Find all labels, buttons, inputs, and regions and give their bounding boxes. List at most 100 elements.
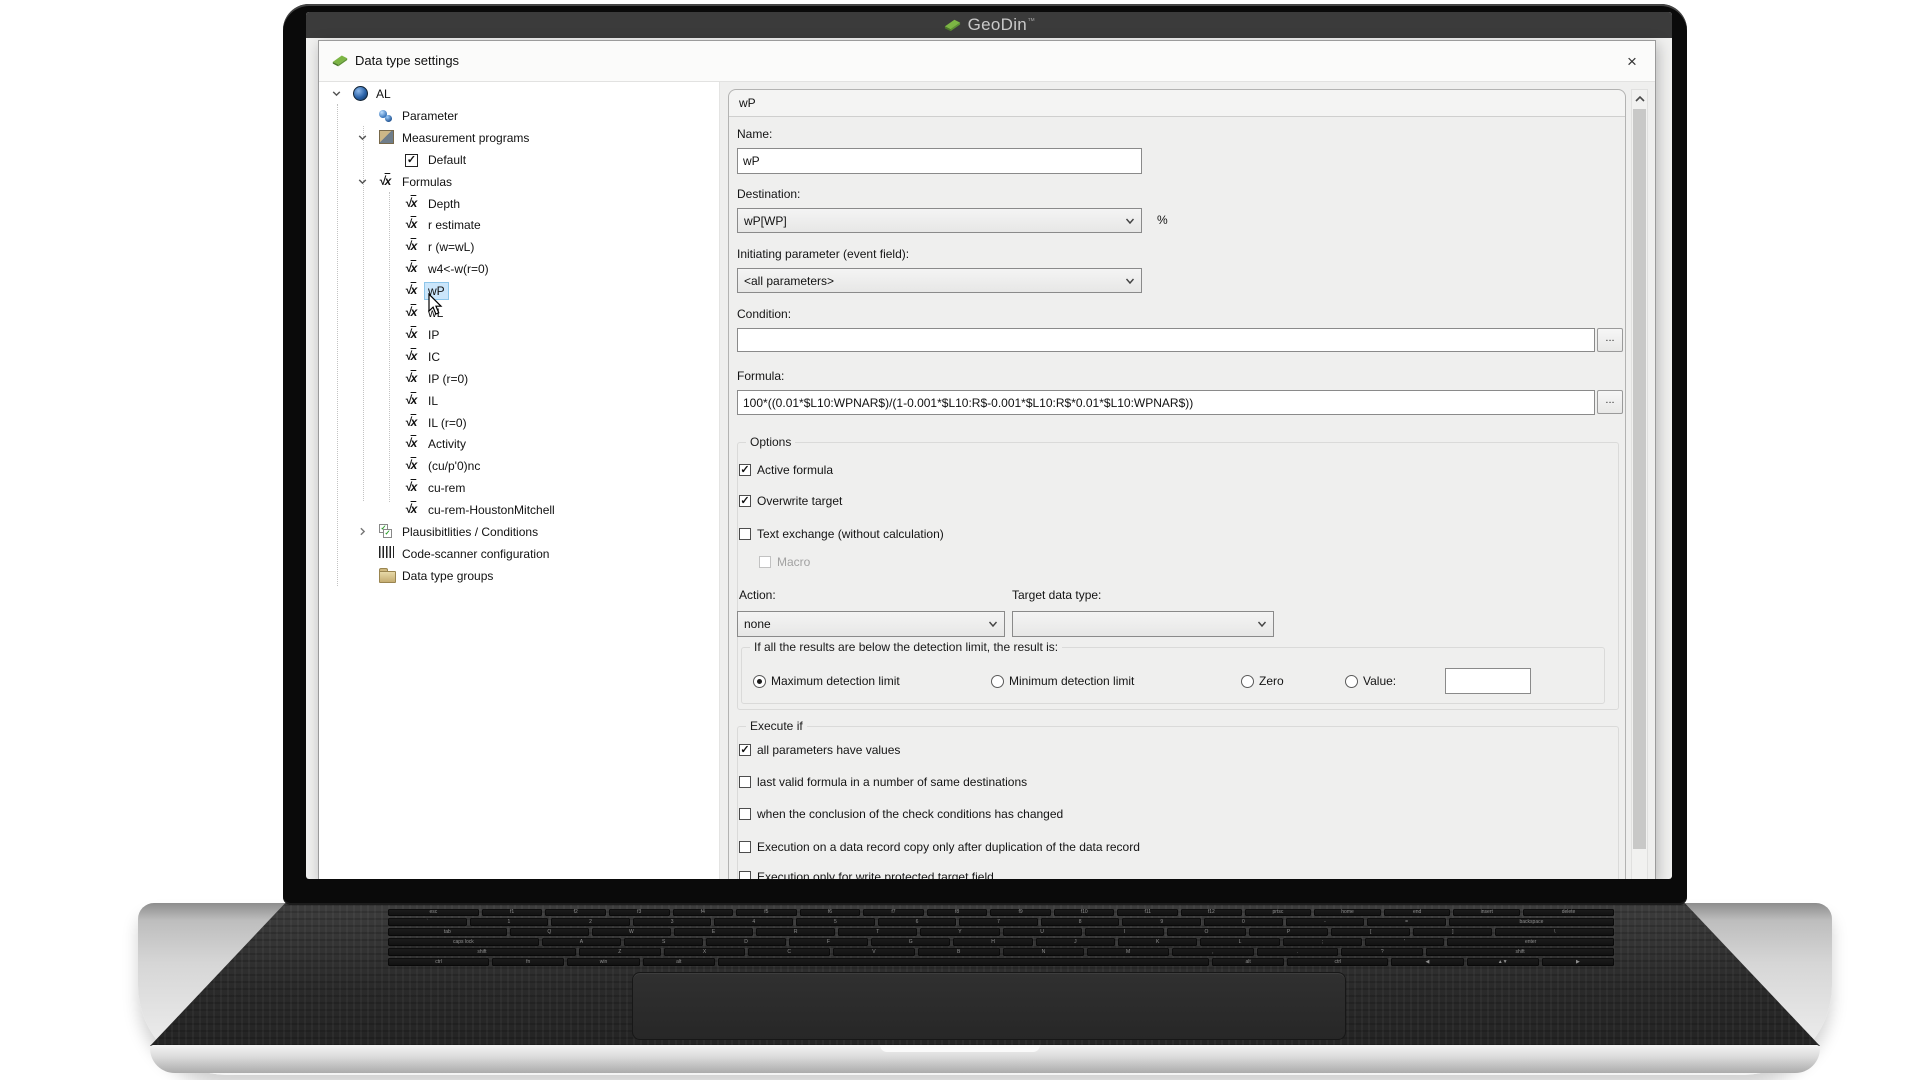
radio-selected-icon[interactable] — [753, 675, 766, 688]
initiating-parameter-label: Initiating parameter (event field): — [737, 247, 909, 261]
radio-icon[interactable] — [991, 675, 1004, 688]
checkbox-last-valid-formula-in-a-number-of-same-destinations[interactable]: last valid formula in a number of same d… — [739, 774, 1027, 790]
keyboard-row: escf1f2f3f4f5f6f7f8f9f10f11f12prtschomee… — [388, 909, 1614, 916]
radio-icon[interactable] — [1241, 675, 1254, 688]
tree-expander-icon[interactable] — [357, 526, 369, 538]
tree-item-measurement-programs[interactable]: Measurement programs — [319, 128, 719, 148]
tree-item-label: r estimate — [425, 217, 484, 233]
tree-expander-icon[interactable] — [357, 132, 369, 144]
radio-value[interactable]: Value: — [1345, 673, 1396, 689]
tree-item-cu-rem[interactable]: √xcu-rem — [319, 478, 719, 498]
key-a: A — [542, 938, 621, 946]
radio-icon[interactable] — [1345, 675, 1358, 688]
tree-item-ip[interactable]: √xIP — [319, 325, 719, 345]
tree-item-label: Data type groups — [399, 568, 496, 584]
tree-item-r-w-wl[interactable]: √xr (w=wL) — [319, 237, 719, 257]
scrollbar-thumb[interactable] — [1633, 109, 1646, 849]
scrollbar-up-icon[interactable] — [1632, 90, 1647, 107]
checkbox-checked-icon[interactable]: ✓ — [739, 464, 751, 476]
tree-item-parameter[interactable]: Parameter — [319, 106, 719, 126]
tree-item-wp[interactable]: √xwP — [319, 281, 719, 301]
tree-item-wl[interactable]: √xwL — [319, 303, 719, 323]
tree-item-data-type-groups[interactable]: Data type groups — [319, 566, 719, 586]
checkbox-unchecked-icon[interactable] — [739, 841, 751, 853]
checkbox-checked-icon[interactable]: ✓ — [739, 495, 751, 507]
tree-item-formulas[interactable]: √xFormulas — [319, 172, 719, 192]
keyboard-row: tabQWERTYUIOP[]\ — [388, 928, 1614, 936]
radio-label: Zero — [1259, 674, 1284, 688]
checkbox-all-parameters-have-values[interactable]: ✓all parameters have values — [739, 742, 900, 758]
radio-zero[interactable]: Zero — [1241, 673, 1284, 689]
name-input[interactable] — [737, 148, 1142, 174]
dialog-title-bar[interactable]: Data type settings × — [319, 41, 1655, 82]
tree-item-il[interactable]: √xIL — [319, 391, 719, 411]
tree-item-il-r-0[interactable]: √xIL (r=0) — [319, 413, 719, 433]
tree-item-cu-rem-houstonmitchell[interactable]: √xcu-rem-HoustonMitchell — [319, 500, 719, 520]
checkbox-checked-icon[interactable]: ✓ — [739, 744, 751, 756]
key-0: 0 — [1204, 918, 1283, 926]
key-f4: f4 — [673, 909, 734, 916]
checkbox-execution-only-for-write-protected-target-field[interactable]: Execution only for write protected targe… — [739, 869, 994, 879]
key-z: Z — [579, 948, 661, 956]
key-f7: f7 — [863, 909, 924, 916]
key-4: 4 — [714, 918, 793, 926]
key-i: I — [1085, 928, 1164, 936]
value-input[interactable] — [1445, 668, 1531, 694]
key-item: ` — [388, 918, 467, 926]
action-select[interactable]: none — [737, 611, 1005, 637]
formula-input[interactable] — [737, 390, 1595, 415]
checkbox-overwrite-target[interactable]: ✓Overwrite target — [739, 493, 842, 509]
key-f: F — [789, 938, 868, 946]
checkbox-macro[interactable]: Macro — [759, 554, 810, 570]
checkbox-unchecked-icon[interactable] — [759, 556, 771, 568]
key-f10: f10 — [1054, 909, 1115, 916]
lid-notch — [880, 1045, 1040, 1052]
checkbox-unchecked-icon[interactable] — [739, 776, 751, 788]
tree-item-activity[interactable]: √xActivity — [319, 434, 719, 454]
formula-label: Formula: — [737, 369, 784, 383]
tree-item-label: Default — [425, 152, 469, 168]
geodin-logo-icon — [943, 18, 962, 32]
key-6: 6 — [878, 918, 957, 926]
initiating-parameter-select[interactable]: <all parameters> — [737, 268, 1142, 293]
destination-label: Destination: — [737, 187, 800, 201]
key-win: win — [567, 958, 639, 966]
chevron-down-icon — [1125, 276, 1135, 286]
close-icon[interactable]: × — [1617, 49, 1647, 74]
tree-item-label: IP — [425, 327, 442, 343]
keyboard-row: ctrlfnwinaltaltctrl◀▲▼▶ — [388, 958, 1614, 966]
radio-label: Minimum detection limit — [1009, 674, 1134, 688]
checkbox-unchecked-icon[interactable] — [739, 808, 751, 820]
tree-item-depth[interactable]: √xDepth — [319, 194, 719, 214]
panel-scrollbar[interactable] — [1631, 89, 1648, 879]
radio-maximum-detection-limit[interactable]: Maximum detection limit — [753, 673, 900, 689]
checkbox-execution-on-a-data-record-copy-only-after-duplication-of-the-data-record[interactable]: Execution on a data record copy only aft… — [739, 839, 1140, 855]
tree-expander-icon[interactable] — [331, 88, 343, 100]
key-ctrl: ctrl — [1287, 958, 1388, 966]
key-c: C — [748, 948, 830, 956]
target-data-type-select[interactable] — [1012, 611, 1274, 637]
tree-item-al[interactable]: AL — [319, 84, 719, 104]
tree-item-plausibitlities-conditions[interactable]: ✓✓Plausibitlities / Conditions — [319, 522, 719, 542]
key-fn: fn — [492, 958, 564, 966]
checkbox-unchecked-icon[interactable] — [739, 871, 751, 879]
formula-browse-button[interactable]: ... — [1597, 390, 1623, 414]
checkbox-active-formula[interactable]: ✓Active formula — [739, 462, 833, 478]
tree-item-r-estimate[interactable]: √xr estimate — [319, 215, 719, 235]
key-item: ] — [1413, 928, 1492, 936]
condition-browse-button[interactable]: ... — [1597, 328, 1623, 352]
checkbox-icon: ✓ — [405, 152, 421, 166]
tree-item-code-scanner-configuration[interactable]: Code-scanner configuration — [319, 544, 719, 564]
checkbox-text-exchange-without-calculation[interactable]: Text exchange (without calculation) — [739, 526, 944, 542]
checkbox-when-the-conclusion-of-the-check-conditions-has-changed[interactable]: when the conclusion of the check conditi… — [739, 806, 1063, 822]
tree-item-w4-w-r-0[interactable]: √xw4<-w(r=0) — [319, 259, 719, 279]
tree-item-ic[interactable]: √xIC — [319, 347, 719, 367]
radio-minimum-detection-limit[interactable]: Minimum detection limit — [991, 673, 1134, 689]
checkbox-unchecked-icon[interactable] — [739, 528, 751, 540]
tree-expander-icon[interactable] — [357, 176, 369, 188]
destination-select[interactable]: wP[WP] — [737, 208, 1142, 233]
tree-item-cu-p-0-nc[interactable]: √x(cu/p'0)nc — [319, 456, 719, 476]
tree-item-ip-r-0[interactable]: √xIP (r=0) — [319, 369, 719, 389]
tree-item-default[interactable]: ✓ Default — [319, 150, 719, 170]
condition-input[interactable] — [737, 328, 1595, 352]
